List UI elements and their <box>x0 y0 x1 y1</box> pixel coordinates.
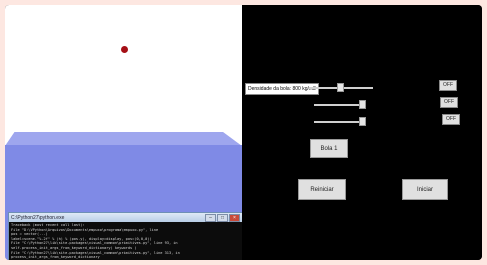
toggle-off-3[interactable]: OFF <box>442 114 460 125</box>
slider-3-thumb[interactable] <box>359 117 366 126</box>
ball <box>121 46 128 53</box>
minimize-icon[interactable]: – <box>205 213 216 222</box>
reset-button[interactable]: Reiniciar <box>298 179 346 200</box>
density-label: Densidade da bola: 800 kg/m3 <box>245 83 319 95</box>
console-title-bar[interactable]: C:\Python27\python.exe – □ × <box>9 213 242 222</box>
slider-3-track[interactable] <box>314 121 364 123</box>
console-line: process_init_args_from_keyword_dictionar… <box>11 255 100 260</box>
maximize-icon[interactable]: □ <box>217 213 228 222</box>
slider-2-thumb[interactable] <box>359 100 366 109</box>
app-frame: C:\Python27\python.exe – □ × Traceback (… <box>5 5 482 260</box>
toggle-off-2[interactable]: OFF <box>440 97 458 108</box>
fluid-surface <box>5 132 242 146</box>
simulation-canvas[interactable]: C:\Python27\python.exe – □ × Traceback (… <box>5 5 242 260</box>
ball-mode-button[interactable]: Bola 1 <box>310 139 348 158</box>
console-title: C:\Python27\python.exe <box>11 214 65 221</box>
close-icon[interactable]: × <box>229 213 240 222</box>
start-button[interactable]: Iniciar <box>402 179 448 200</box>
console-window[interactable]: C:\Python27\python.exe – □ × Traceback (… <box>8 212 242 260</box>
toggle-off-1[interactable]: OFF <box>439 80 457 91</box>
slider-2-track[interactable] <box>314 104 364 106</box>
density-slider-thumb[interactable] <box>336 83 344 92</box>
window-controls: – □ × <box>205 213 240 222</box>
console-output: Traceback (most recent call last): File … <box>9 222 242 260</box>
control-panel: Densidade da bola: 800 kg/m3 OFF OFF OFF… <box>243 5 482 260</box>
